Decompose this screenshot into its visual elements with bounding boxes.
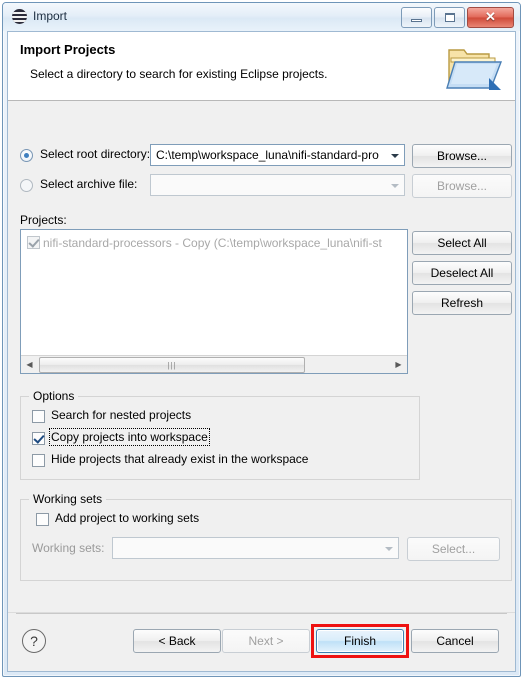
radio-select-archive-file[interactable] — [20, 179, 33, 192]
import-folder-icon — [446, 49, 503, 90]
label-hide-existing-projects: Hide projects that already exist in the … — [51, 452, 309, 466]
project-label: nifi-standard-processors - Copy (C:\temp… — [43, 236, 382, 250]
back-button[interactable]: < Back — [133, 629, 221, 653]
minimize-icon — [411, 19, 422, 22]
label-select-archive-file: Select archive file: — [40, 177, 138, 191]
finish-button-annotation — [311, 624, 409, 658]
maximize-icon — [445, 13, 455, 22]
working-sets-combo — [112, 537, 399, 559]
minimize-button[interactable] — [401, 7, 432, 28]
checkbox-copy-projects-into-workspace[interactable] — [32, 432, 45, 445]
deselect-all-button[interactable]: Deselect All — [412, 261, 512, 285]
footer-divider — [16, 613, 507, 614]
working-sets-field-label: Working sets: — [32, 541, 105, 555]
cancel-button[interactable]: Cancel — [411, 629, 499, 653]
page-subtitle: Select a directory to search for existin… — [30, 67, 328, 81]
refresh-button[interactable]: Refresh — [412, 291, 512, 315]
close-icon: ✕ — [485, 9, 496, 24]
chevron-down-icon — [385, 547, 393, 551]
close-button[interactable]: ✕ — [467, 7, 514, 28]
scroll-right-icon[interactable]: ▶ — [390, 356, 407, 372]
browse-root-directory-button[interactable]: Browse... — [412, 144, 512, 168]
checkbox-hide-existing-projects[interactable] — [32, 454, 45, 467]
projects-list[interactable]: nifi-standard-processors - Copy (C:\temp… — [20, 229, 408, 374]
scroll-left-icon[interactable]: ◀ — [21, 356, 38, 372]
radio-select-root-directory[interactable] — [20, 149, 33, 162]
working-sets-group-title: Working sets — [29, 492, 107, 506]
maximize-button[interactable] — [434, 7, 465, 28]
label-copy-projects-into-workspace[interactable]: Copy projects into workspace — [49, 428, 210, 446]
title-bar: Import ✕ — [3, 3, 520, 31]
select-working-sets-button: Select... — [407, 537, 500, 561]
page-title: Import Projects — [20, 42, 116, 57]
checkbox-search-nested-projects[interactable] — [32, 410, 45, 423]
dialog-client-area: Import Projects Select a directory to se… — [7, 31, 516, 672]
dialog-footer: ? < Back Next > Finish Cancel — [8, 612, 515, 671]
list-item[interactable]: nifi-standard-processors - Copy (C:\temp… — [21, 234, 407, 252]
help-icon[interactable]: ? — [22, 629, 46, 653]
dialog-body: Select root directory: C:\temp\workspace… — [8, 101, 515, 613]
label-search-nested-projects: Search for nested projects — [51, 408, 192, 422]
scroll-thumb[interactable]: ||| — [39, 357, 305, 373]
chevron-down-icon — [391, 154, 399, 158]
root-directory-value: C:\temp\workspace_luna\nifi-standard-pro — [156, 148, 379, 162]
archive-file-combo — [150, 174, 405, 196]
project-checkbox[interactable] — [27, 236, 40, 249]
window-controls: ✕ — [401, 7, 514, 28]
checkbox-add-project-to-working-sets[interactable] — [36, 513, 49, 526]
eclipse-icon — [12, 9, 27, 24]
select-all-button[interactable]: Select All — [412, 231, 512, 255]
projects-label: Projects: — [20, 213, 67, 227]
projects-hscrollbar[interactable]: ◀ ||| ▶ — [21, 355, 407, 373]
label-add-project-to-working-sets: Add project to working sets — [55, 511, 200, 525]
label-select-root-directory: Select root directory: — [40, 147, 151, 161]
wizard-banner: Import Projects Select a directory to se… — [8, 32, 515, 101]
root-directory-combo[interactable]: C:\temp\workspace_luna\nifi-standard-pro — [150, 144, 405, 166]
browse-archive-file-button: Browse... — [412, 174, 512, 198]
chevron-down-icon — [391, 184, 399, 188]
options-group-title: Options — [29, 389, 79, 403]
import-dialog-window: Import ✕ Import Projects Select a direct… — [2, 2, 521, 677]
next-button: Next > — [222, 629, 310, 653]
window-title: Import — [33, 9, 68, 23]
